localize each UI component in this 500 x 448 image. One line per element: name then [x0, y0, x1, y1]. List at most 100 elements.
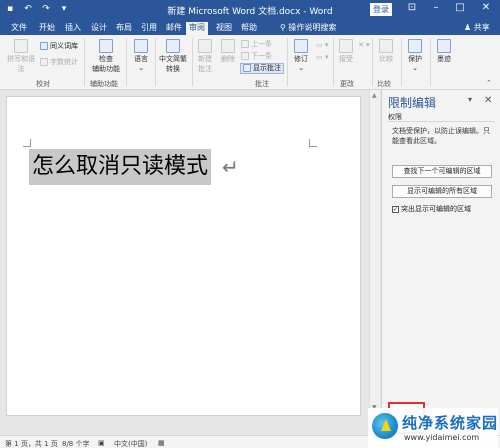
macro-record-icon[interactable]: ▦ [158, 439, 165, 447]
tab-references[interactable]: 引用 [138, 22, 160, 35]
reviewing-pane-icon[interactable]: ▭ ▾ [316, 53, 328, 61]
thesaurus-button[interactable]: 同义词库 [40, 41, 78, 51]
highlight-editable-regions-label: 突出显示可编辑的区域 [401, 205, 471, 213]
group-separator [192, 38, 193, 86]
ribbon-display-icon[interactable]: ⊡ [404, 2, 420, 13]
delete-comment-button[interactable]: 删除 [218, 39, 238, 64]
chevron-down-icon: ⌄ [298, 64, 304, 72]
watermark-logo-icon [372, 413, 398, 439]
site-watermark: 纯净系统家园 www.yidaimei.com [368, 408, 498, 448]
share-button[interactable]: ♟ 共享 [464, 22, 490, 33]
collapse-ribbon-icon[interactable]: ⌃ [486, 79, 492, 87]
language-status[interactable]: 中文(中国) [114, 439, 147, 448]
find-next-editable-region-button[interactable]: 查找下一个可编辑的区域 [392, 165, 492, 178]
spelling-check-icon [14, 39, 28, 53]
chinese-conversion-label-2: 转换 [166, 65, 180, 73]
next-comment-button[interactable]: 下一条 [241, 51, 272, 61]
pane-title: 限制编辑 [388, 96, 437, 110]
new-comment-label-2: 批注 [198, 65, 212, 73]
watermark-name: 纯净系统家园 [402, 414, 499, 432]
tab-layout[interactable]: 布局 [113, 22, 135, 35]
tell-me-search[interactable]: ⚲ 操作说明搜索 [280, 22, 336, 33]
track-changes-label: 修订 [294, 55, 308, 63]
share-label: 共享 [473, 23, 490, 32]
margin-corner-mark [309, 139, 317, 147]
next-comment-label: 下一条 [251, 52, 272, 60]
track-changes-button[interactable]: 修订 ⌄ [291, 39, 311, 72]
page-count[interactable]: 第 1 页，共 1 页 [5, 439, 58, 448]
vertical-scrollbar[interactable]: ▲ ▼ [369, 90, 380, 425]
next-icon [241, 52, 249, 60]
chevron-down-icon[interactable]: ▾ [468, 95, 472, 104]
tab-design[interactable]: 设计 [88, 22, 110, 35]
group-label-changes: 更改 [340, 80, 354, 88]
maximize-icon[interactable]: □ [452, 2, 468, 13]
protect-label: 保护 [408, 55, 422, 63]
group-label-compare: 比较 [377, 80, 391, 88]
tell-me-label: 操作说明搜索 [288, 23, 337, 32]
document-selected-text[interactable]: 怎么取消只读模式 [29, 149, 212, 185]
word-count-icon [40, 58, 48, 66]
check-accessibility-button[interactable]: 检查 辅助功能 [88, 39, 124, 74]
accept-icon [339, 39, 353, 53]
show-all-editable-regions-button[interactable]: 显示可编辑的所有区域 [392, 185, 492, 198]
language-button[interactable]: 语言 ⌄ [129, 39, 153, 72]
watermark-url: www.yidaimei.com [404, 433, 480, 442]
track-changes-icon [294, 39, 308, 53]
compare-button-label: 比较 [379, 55, 393, 63]
margin-corner-mark [23, 139, 31, 147]
group-separator [333, 38, 334, 86]
checkbox-checked-icon[interactable]: ✓ [392, 205, 399, 213]
show-comments-label: 显示批注 [253, 64, 281, 72]
word-count[interactable]: 8/8 个字 [62, 439, 90, 448]
accessibility-icon [99, 39, 113, 53]
highlight-editable-regions-checkbox[interactable]: ✓ 突出显示可编辑的区域 [392, 204, 471, 214]
close-icon[interactable]: ✕ [478, 2, 494, 13]
accept-change-button[interactable]: 接受 [336, 39, 356, 64]
chinese-conversion-label: 中文简繁 [159, 55, 187, 63]
new-comment-label: 新建 [198, 55, 212, 63]
show-comments-button[interactable]: 显示批注 [240, 63, 284, 74]
word-count-button[interactable]: 字数统计 [40, 57, 78, 67]
delete-comment-icon [221, 39, 235, 53]
ribbon: 拼写和语法 同义词库 字数统计 校对 检查 辅助功能 辅助功能 语言 ⌄ 中文简… [0, 35, 500, 90]
group-label-accessibility: 辅助功能 [90, 80, 118, 88]
previous-comment-button[interactable]: 上一条 [241, 39, 272, 49]
compare-icon [379, 39, 393, 53]
ink-icon [437, 39, 451, 53]
thesaurus-icon [40, 42, 48, 50]
tab-file[interactable]: 文件 [8, 22, 30, 35]
accept-label: 接受 [339, 55, 353, 63]
new-comment-icon [198, 39, 212, 53]
ink-button[interactable]: 墨迹 [433, 39, 455, 64]
chinese-conversion-button[interactable]: 中文简繁 转换 [157, 39, 189, 74]
group-separator [287, 38, 288, 86]
minimize-icon[interactable]: – [428, 2, 444, 13]
reject-change-icon[interactable]: ✕ ▾ [358, 41, 370, 49]
protect-button[interactable]: 保护 ⌄ [404, 39, 426, 72]
tab-home[interactable]: 开始 [36, 22, 58, 35]
document-area: 怎么取消只读模式 ↵ ▲ ▼ ◀ ▶ [0, 90, 380, 425]
tab-help[interactable]: 帮助 [238, 22, 260, 35]
new-comment-button[interactable]: 新建 批注 [195, 39, 215, 74]
tab-review[interactable]: 审阅 [186, 22, 208, 35]
restrict-editing-pane: 限制编辑 ▾ ✕ 权限 文档受保护，以防止误编辑。只能查看此区域。 查找下一个可… [381, 90, 500, 435]
protect-icon [408, 39, 422, 53]
login-button[interactable]: 登录 [370, 3, 392, 16]
spelling-grammar-button[interactable]: 拼写和语法 [4, 39, 38, 74]
show-comments-icon [243, 64, 251, 72]
language-label: 语言 [134, 55, 148, 63]
tab-insert[interactable]: 插入 [62, 22, 84, 35]
scroll-up-icon[interactable]: ▲ [372, 92, 377, 99]
compare-button[interactable]: 比较 [375, 39, 397, 64]
markup-list-icon[interactable]: ▭ ▾ [316, 41, 328, 49]
divider [388, 121, 495, 122]
tab-mailings[interactable]: 邮件 [163, 22, 185, 35]
paragraph-mark-icon: ↵ [222, 155, 239, 179]
document-page[interactable]: 怎么取消只读模式 ↵ [6, 96, 361, 416]
close-icon[interactable]: ✕ [484, 95, 492, 106]
proofing-icon[interactable]: ▣ [98, 439, 105, 447]
pane-description: 文档受保护，以防止误编辑。只能查看此区域。 [392, 127, 490, 145]
tab-view[interactable]: 视图 [213, 22, 235, 35]
check-accessibility-label-2: 辅助功能 [92, 65, 120, 73]
